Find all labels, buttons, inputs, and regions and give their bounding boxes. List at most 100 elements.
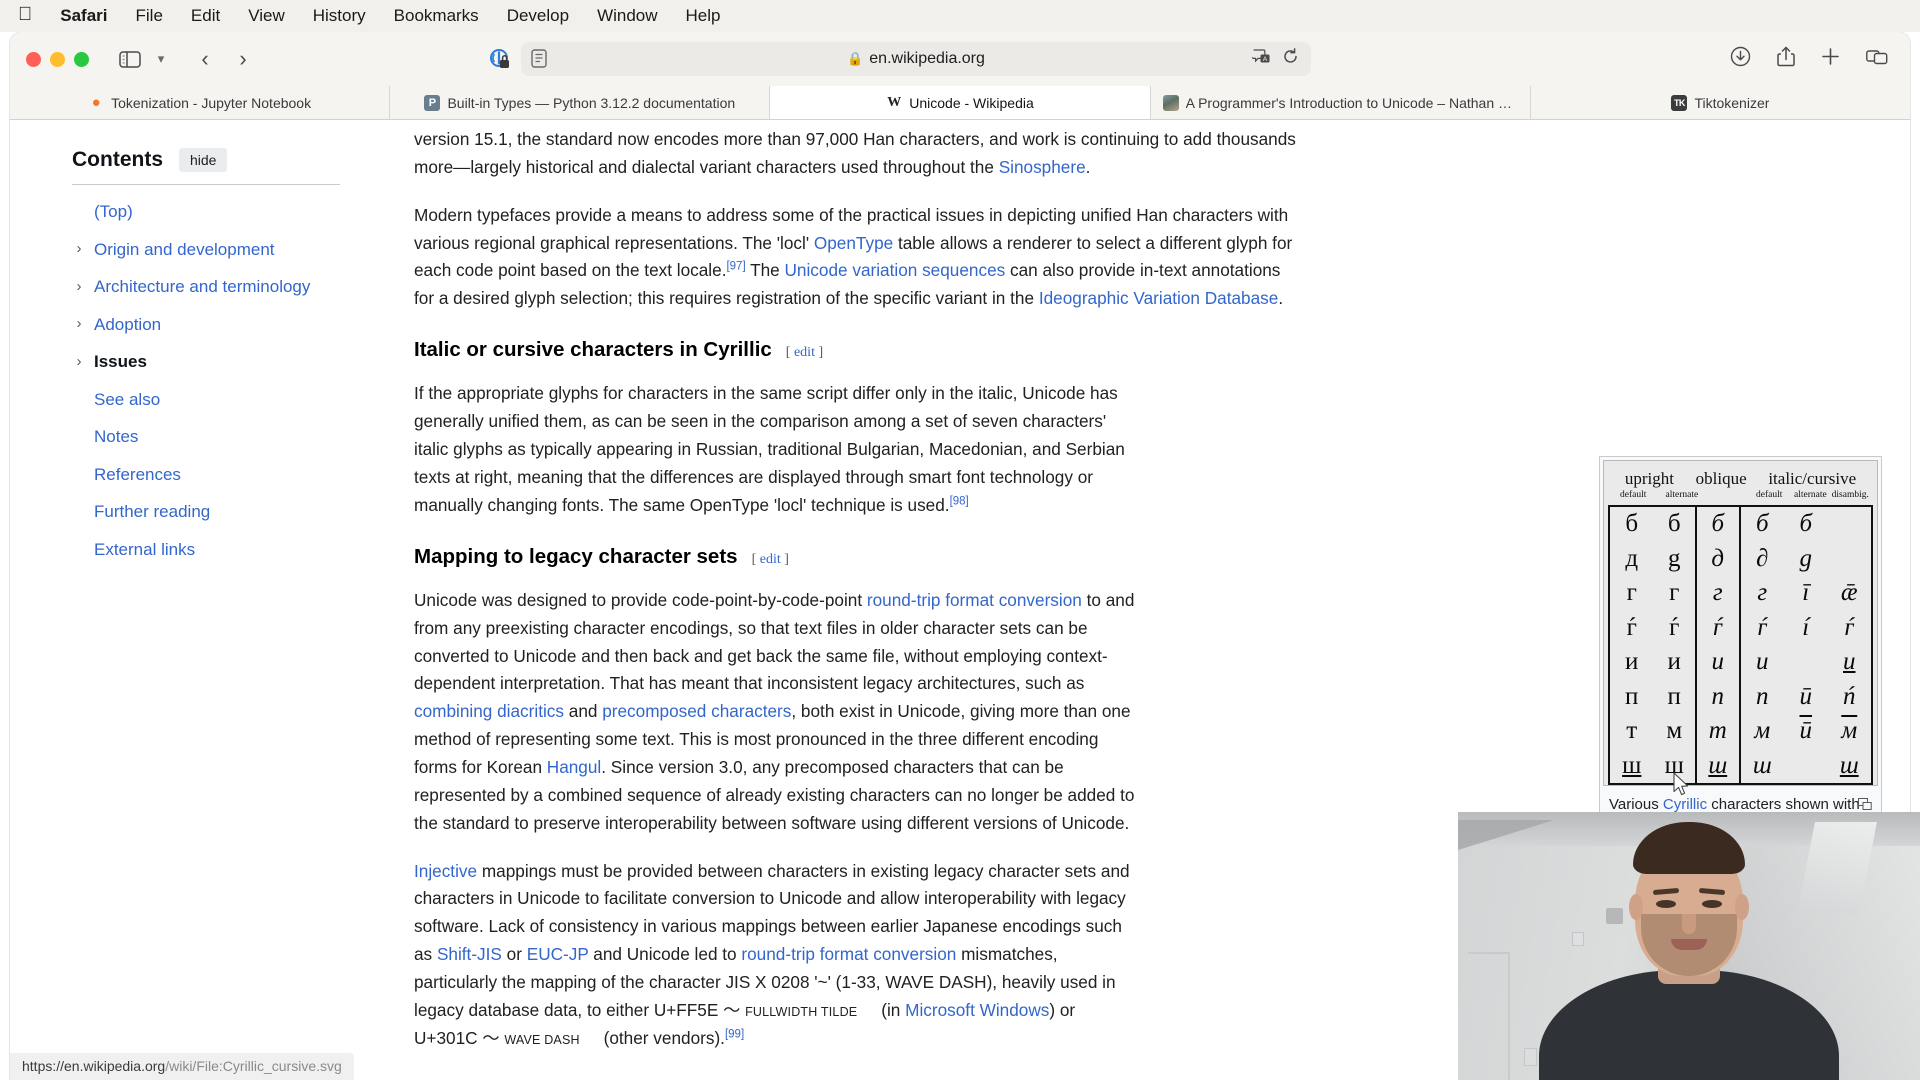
toc-title: Contents bbox=[72, 148, 163, 171]
link-euc-jp[interactable]: EUC-JP bbox=[527, 944, 589, 964]
link-opentype[interactable]: OpenType bbox=[814, 233, 893, 253]
link-hangul[interactable]: Hangul bbox=[547, 757, 601, 777]
enlarge-icon[interactable] bbox=[1858, 796, 1872, 810]
chevron-right-icon[interactable]: › bbox=[72, 351, 86, 374]
tab-overview-icon[interactable] bbox=[1866, 48, 1888, 71]
toc-item-see-also[interactable]: › See also bbox=[72, 381, 362, 419]
edit-section-link[interactable]: [ edit ] bbox=[752, 549, 789, 572]
tab-programmers-intro-unicode[interactable]: A Programmer's Introduction to Unicode –… bbox=[1151, 86, 1531, 119]
glyph-cell: т bbox=[1697, 714, 1741, 749]
menu-item-view[interactable]: View bbox=[234, 4, 299, 28]
apple-logo-icon[interactable]:  bbox=[14, 5, 46, 27]
toc-item-top[interactable]: › (Top) bbox=[72, 193, 362, 231]
plus-icon[interactable] bbox=[1821, 47, 1840, 71]
back-button[interactable]: ‹ bbox=[191, 45, 219, 73]
tab-python-docs[interactable]: P Built-in Types — Python 3.12.2 documen… bbox=[390, 86, 771, 119]
charname-fullwidth-tilde: FULLWIDTH TILDE bbox=[745, 1004, 858, 1019]
toc-item-adoption[interactable]: › Adoption bbox=[72, 306, 362, 344]
menu-item-develop[interactable]: Develop bbox=[493, 4, 583, 28]
link-microsoft-windows[interactable]: Microsoft Windows bbox=[905, 1000, 1049, 1020]
glyph-cell: п bbox=[1740, 679, 1784, 714]
glyph-cell: и bbox=[1610, 645, 1654, 680]
menu-item-window[interactable]: Window bbox=[583, 4, 671, 28]
figure-cyrillic-cursive[interactable]: upright oblique italic/cursive default a… bbox=[1599, 456, 1882, 846]
cyrillic-glyph-grid: б б б б б д g д ∂ g г г г г ī ǣ ѓ ѓ ѓ ѓ … bbox=[1608, 505, 1873, 785]
toc-item-notes[interactable]: › Notes bbox=[72, 418, 362, 456]
tab-tiktokenizer[interactable]: TK Tiktokenizer bbox=[1531, 86, 1910, 119]
menu-item-safari[interactable]: Safari bbox=[46, 4, 121, 28]
menu-item-file[interactable]: File bbox=[122, 4, 177, 28]
reference-97[interactable]: [97] bbox=[726, 261, 745, 273]
glyph-cell: п bbox=[1610, 679, 1654, 714]
link-sinosphere[interactable]: Sinosphere bbox=[999, 157, 1086, 177]
edit-section-link[interactable]: [ edit ] bbox=[786, 342, 823, 365]
tiktokenizer-icon: TK bbox=[1671, 94, 1688, 111]
privacy-report-icon[interactable] bbox=[487, 46, 513, 72]
reference-98[interactable]: [98] bbox=[950, 495, 969, 507]
chevron-right-icon[interactable]: › bbox=[72, 238, 86, 261]
glyph-cell bbox=[1784, 748, 1828, 783]
menu-item-bookmarks[interactable]: Bookmarks bbox=[380, 4, 493, 28]
toc-item-references[interactable]: › References bbox=[72, 456, 362, 494]
toc-item-label: Origin and development bbox=[94, 239, 275, 259]
downloads-icon[interactable] bbox=[1730, 46, 1751, 72]
toc-item-architecture-and-terminology[interactable]: › Architecture and terminology bbox=[72, 268, 362, 306]
translate-icon[interactable]: A bbox=[1251, 48, 1270, 70]
glyph-cell: б bbox=[1697, 507, 1741, 542]
menu-item-edit[interactable]: Edit bbox=[177, 4, 234, 28]
glyph-cell: б bbox=[1610, 507, 1654, 542]
menu-item-help[interactable]: Help bbox=[672, 4, 735, 28]
glyph-cell: м bbox=[1827, 714, 1871, 749]
subheader-default-2: default bbox=[1756, 490, 1783, 500]
zoom-button[interactable] bbox=[74, 51, 89, 67]
link-injective[interactable]: Injective bbox=[414, 861, 477, 881]
reference-99[interactable]: [99] bbox=[725, 1028, 744, 1040]
glyph-cell: ѓ bbox=[1827, 610, 1871, 645]
tab-unicode-wikipedia[interactable]: W Unicode - Wikipedia bbox=[770, 86, 1151, 119]
glyph-cell: б bbox=[1784, 507, 1828, 542]
toc-item-external-links[interactable]: › External links bbox=[72, 531, 362, 569]
link-precomposed-characters[interactable]: precomposed characters bbox=[602, 701, 791, 721]
link-shift-jis[interactable]: Shift-JIS bbox=[437, 944, 502, 964]
chevron-down-icon[interactable]: ▾ bbox=[151, 46, 171, 72]
wall-outlet bbox=[1524, 1048, 1537, 1066]
chevron-right-icon[interactable]: › bbox=[72, 313, 86, 336]
toc-item-label: Notes bbox=[94, 427, 139, 446]
link-round-trip-format-conversion[interactable]: round-trip format conversion bbox=[867, 590, 1082, 610]
share-icon[interactable] bbox=[1777, 46, 1795, 72]
forward-button[interactable]: › bbox=[229, 45, 257, 73]
paragraph-injective-mappings: Injective mappings must be provided betw… bbox=[414, 860, 1130, 1048]
toc-item-further-reading[interactable]: › Further reading bbox=[72, 493, 362, 531]
subheader-alternate-1: alternate bbox=[1665, 490, 1699, 500]
glyph-cell: ш bbox=[1697, 748, 1741, 783]
lock-icon: 🔒 bbox=[847, 51, 864, 66]
section-heading-italic-cursive-cyrillic: Italic or cursive characters in Cyrillic… bbox=[414, 333, 1304, 366]
link-combining-diacritics[interactable]: combining diacritics bbox=[414, 701, 564, 721]
toc-item-label: Further reading bbox=[94, 502, 211, 521]
toc-item-origin-and-development[interactable]: › Origin and development bbox=[72, 231, 362, 269]
subheader-alternate-2: alternate bbox=[1794, 490, 1827, 500]
subheader-disambig: disambig. bbox=[1831, 490, 1869, 500]
glyph-cell: м bbox=[1740, 714, 1784, 749]
link-unicode-variation-sequences[interactable]: Unicode variation sequences bbox=[785, 260, 1006, 280]
glyph-cell: м bbox=[1653, 714, 1697, 749]
glyph-cell: ū bbox=[1784, 679, 1828, 714]
glyph-cell: и bbox=[1653, 645, 1697, 680]
link-round-trip-format-conversion-2[interactable]: round-trip format conversion bbox=[741, 944, 956, 964]
link-ideographic-variation-database[interactable]: Ideographic Variation Database bbox=[1039, 288, 1279, 308]
glyph-cell bbox=[1827, 541, 1871, 576]
menu-item-history[interactable]: History bbox=[299, 4, 380, 28]
sidebar-icon[interactable] bbox=[115, 46, 145, 72]
webcam-overlay[interactable] bbox=[1458, 812, 1920, 1080]
minimize-button[interactable] bbox=[50, 51, 65, 67]
tab-tokenization[interactable]: ● Tokenization - Jupyter Notebook bbox=[10, 86, 391, 119]
tab-label: Tiktokenizer bbox=[1694, 94, 1770, 111]
address-bar[interactable]: 🔒 en.wikipedia.org A bbox=[521, 42, 1311, 76]
toc-item-issues[interactable]: › Issues bbox=[72, 343, 362, 381]
paragraph-japanese-programmers: Some Japanese computer programmers objec… bbox=[414, 1074, 1304, 1080]
close-button[interactable] bbox=[26, 51, 41, 67]
person-eye-right bbox=[1702, 900, 1722, 908]
reload-icon[interactable] bbox=[1282, 48, 1299, 70]
toc-hide-button[interactable]: hide bbox=[179, 148, 228, 172]
chevron-right-icon[interactable]: › bbox=[72, 276, 86, 299]
